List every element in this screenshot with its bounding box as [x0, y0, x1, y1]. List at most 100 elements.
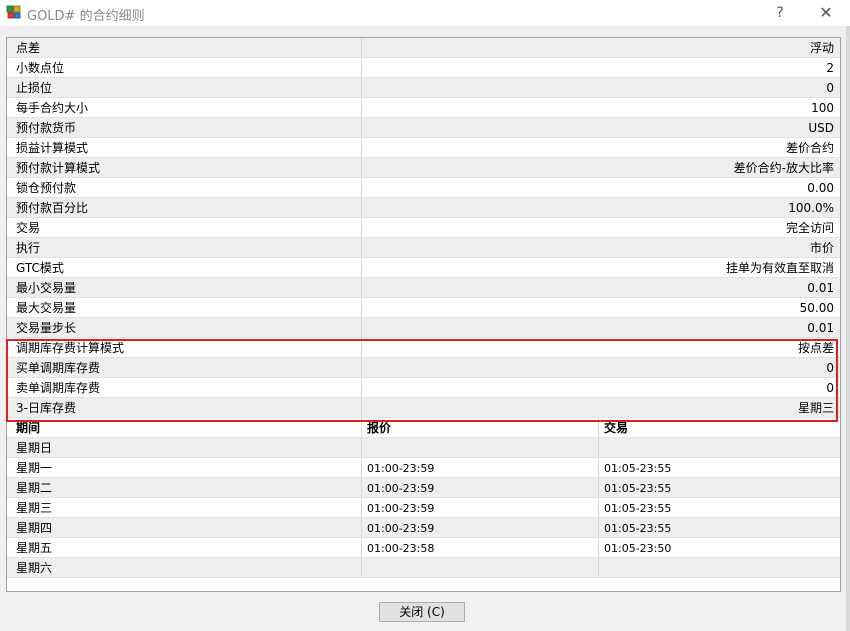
property-name: 锁仓预付款: [16, 181, 77, 195]
property-row[interactable]: 预付款货币 USD: [7, 118, 840, 138]
property-row[interactable]: 点差 浮动: [7, 38, 840, 58]
column-divider: [361, 158, 362, 178]
property-name: 最大交易量: [16, 301, 77, 315]
schedule-column-header[interactable]: 报价: [367, 420, 391, 437]
property-value: USD: [808, 121, 834, 135]
property-name: 交易: [16, 221, 41, 235]
property-row[interactable]: 执行 市价: [7, 238, 840, 258]
property-value: 差价合约: [785, 141, 834, 155]
title-bar: GOLD# 的合约细则 ? ✕: [0, 0, 850, 26]
schedule-cell-day: 星期二: [16, 481, 53, 495]
property-row[interactable]: 交易 完全访问: [7, 218, 840, 238]
schedule-cell-day: 星期四: [16, 521, 53, 535]
property-row[interactable]: 3-日库存费 星期三: [7, 398, 840, 418]
schedule-cell-quote: 01:00-23:58: [367, 542, 435, 555]
column-divider: [361, 478, 362, 498]
column-divider: [361, 78, 362, 98]
property-value: 0: [826, 361, 834, 375]
property-value: 0: [826, 381, 834, 395]
property-value: 50.00: [799, 301, 834, 315]
property-value: 挂单为有效直至取消: [725, 261, 834, 275]
property-row[interactable]: 预付款百分比 100.0%: [7, 198, 840, 218]
property-row[interactable]: 最大交易量 50.00: [7, 298, 840, 318]
property-row[interactable]: 交易量步长 0.01: [7, 318, 840, 338]
property-row[interactable]: 预付款计算模式 差价合约-放大比率: [7, 158, 840, 178]
schedule-cell-trade: 01:05-23:50: [604, 542, 672, 555]
close-window-button[interactable]: ✕: [806, 0, 846, 26]
property-name: GTC模式: [16, 261, 64, 275]
close-icon: ✕: [819, 3, 833, 22]
column-divider: [598, 418, 599, 438]
property-row[interactable]: 止损位 0: [7, 78, 840, 98]
schedule-cell-day: 星期一: [16, 461, 53, 475]
property-name: 预付款计算模式: [16, 161, 101, 175]
property-row[interactable]: 卖单调期库存费 0: [7, 378, 840, 398]
schedule-header-row: 期间 报价 交易: [7, 418, 840, 438]
column-divider: [361, 278, 362, 298]
column-divider: [361, 458, 362, 478]
column-divider: [361, 558, 362, 578]
schedule-row[interactable]: 星期六: [7, 558, 840, 578]
column-divider: [361, 38, 362, 58]
property-name: 预付款货币: [16, 121, 77, 135]
schedule-row[interactable]: 星期二 01:00-23:59 01:05-23:55: [7, 478, 840, 498]
property-value: 2: [826, 61, 834, 75]
column-divider: [361, 178, 362, 198]
property-row[interactable]: 每手合约大小 100: [7, 98, 840, 118]
property-value: 市价: [809, 241, 834, 255]
column-divider: [361, 378, 362, 398]
property-value: 星期三: [797, 401, 834, 415]
property-name: 损益计算模式: [16, 141, 89, 155]
schedule-column-header[interactable]: 交易: [604, 420, 628, 437]
schedule-cell-day: 星期五: [16, 541, 53, 555]
column-divider: [361, 358, 362, 378]
column-divider: [361, 198, 362, 218]
spec-table[interactable]: 点差 浮动 小数点位 2 止损位 0 每手合约大小 100 预付款货币 USD 损益计算模式 差价合约…: [6, 37, 841, 592]
property-value: 差价合约-放大比率: [733, 161, 834, 175]
schedule-row[interactable]: 星期五 01:00-23:58 01:05-23:50: [7, 538, 840, 558]
help-button[interactable]: ?: [760, 0, 800, 26]
property-row[interactable]: 调期库存费计算模式 按点差: [7, 338, 840, 358]
schedule-cell-day: 星期六: [16, 561, 53, 575]
property-name: 预付款百分比: [16, 201, 89, 215]
schedule-cell-trade: 01:05-23:55: [604, 462, 672, 475]
property-name: 小数点位: [16, 61, 65, 75]
column-divider: [361, 98, 362, 118]
column-divider: [598, 498, 599, 518]
window-title: GOLD# 的合约细则: [27, 9, 145, 24]
property-row[interactable]: 损益计算模式 差价合约: [7, 138, 840, 158]
property-row[interactable]: 锁仓预付款 0.00: [7, 178, 840, 198]
schedule-row[interactable]: 星期三 01:00-23:59 01:05-23:55: [7, 498, 840, 518]
property-name: 调期库存费计算模式: [16, 341, 125, 355]
property-value: 100.0%: [788, 201, 834, 215]
property-row[interactable]: 最小交易量 0.01: [7, 278, 840, 298]
property-value: 0.01: [807, 281, 834, 295]
window-edge: [846, 26, 850, 631]
property-value: 按点差: [797, 341, 834, 355]
property-name: 每手合约大小: [16, 101, 89, 115]
column-divider: [361, 138, 362, 158]
column-divider: [361, 58, 362, 78]
column-divider: [361, 218, 362, 238]
column-divider: [361, 498, 362, 518]
property-name: 3-日库存费: [16, 401, 76, 415]
column-divider: [361, 418, 362, 438]
property-row[interactable]: 买单调期库存费 0: [7, 358, 840, 378]
schedule-row[interactable]: 星期四 01:00-23:59 01:05-23:55: [7, 518, 840, 538]
property-row[interactable]: GTC模式 挂单为有效直至取消: [7, 258, 840, 278]
property-value: 完全访问: [785, 221, 834, 235]
property-row[interactable]: 小数点位 2: [7, 58, 840, 78]
schedule-column-header[interactable]: 期间: [16, 420, 40, 437]
property-name: 点差: [16, 41, 41, 55]
property-name: 止损位: [16, 81, 53, 95]
column-divider: [361, 238, 362, 258]
property-value: 0.01: [807, 321, 834, 335]
schedule-row[interactable]: 星期一 01:00-23:59 01:05-23:55: [7, 458, 840, 478]
close-dialog-button[interactable]: 关闭 (C): [379, 602, 465, 622]
column-divider: [361, 298, 362, 318]
column-divider: [598, 518, 599, 538]
column-divider: [361, 438, 362, 458]
schedule-row[interactable]: 星期日: [7, 438, 840, 458]
column-divider: [361, 338, 362, 358]
column-divider: [598, 558, 599, 578]
